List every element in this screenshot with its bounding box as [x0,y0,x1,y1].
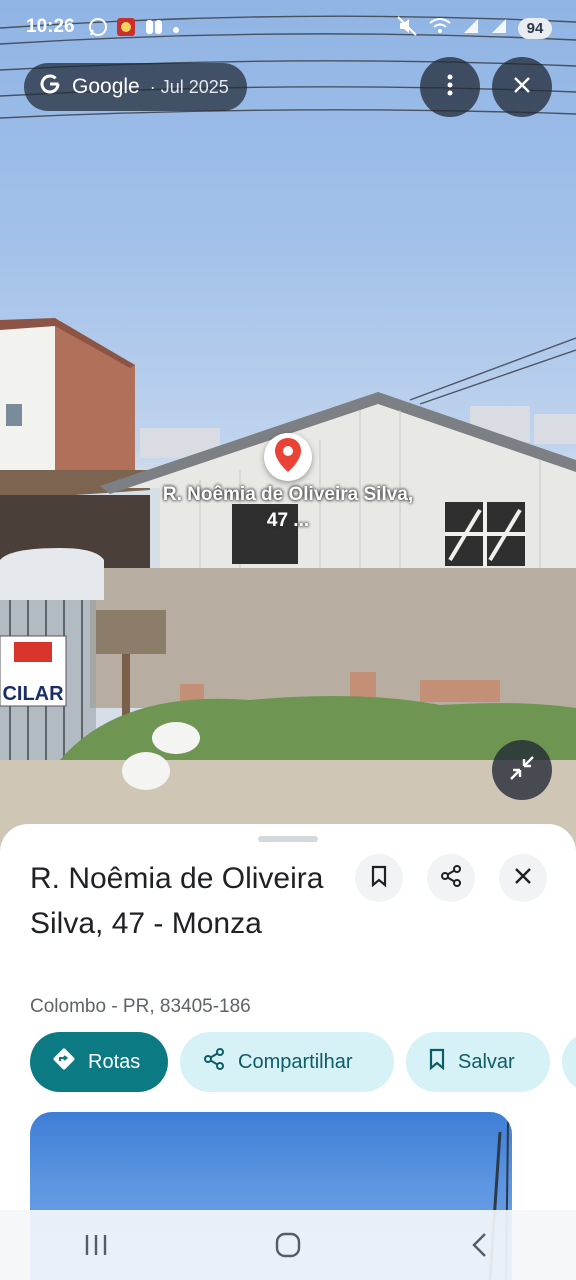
street-scene: CILAR [0,15,576,860]
sheet-drag-handle[interactable] [258,836,318,842]
share-icon [202,1047,226,1077]
dot-icon [172,21,180,39]
sign-text: CILAR [2,683,64,705]
routes-button[interactable]: Rotas [30,1032,168,1092]
status-time: 10:26 [26,16,75,37]
signal-icon-2 [490,17,508,40]
google-logo-icon [38,73,62,101]
directions-icon [52,1047,76,1077]
pin-address-label: R. Noêmia de Oliveira Silva, 47 ... [162,484,414,531]
save-button[interactable]: Salvar [406,1032,550,1092]
bookmark-icon [428,1048,446,1076]
save-label: Salvar [458,1050,515,1073]
system-navigation-bar [0,1210,576,1280]
close-icon [514,867,532,890]
share-icon [439,864,463,893]
quote-icon [144,17,164,42]
street-view-image[interactable]: CILAR 10:26 94 Google · Jul 2025 R. Noêm… [0,0,576,860]
wifi-icon [428,16,452,41]
close-icon [513,76,531,99]
game-icon [116,17,136,42]
place-subtitle: Colombo - PR, 83405-186 [30,996,251,1017]
recent-apps-button[interactable] [66,1220,126,1270]
collapse-view-button[interactable] [492,740,552,800]
map-pin-icon [273,437,303,478]
collapse-arrows-icon [507,753,537,788]
place-title: R. Noêmia de Oliveira Silva, 47 - Monza [30,862,324,940]
signal-icon [462,17,480,40]
action-chips: Rotas Compartilhar Salvar [30,1032,576,1094]
more-vert-icon [446,74,454,101]
save-place-button[interactable] [355,854,403,902]
whatsapp-icon [88,17,108,42]
close-street-view-button[interactable] [492,57,552,117]
close-sheet-button[interactable] [499,854,547,902]
bookmark-icon [370,865,388,892]
provider-label: Google [72,75,140,98]
more-options-button[interactable] [420,57,480,117]
more-actions-chip[interactable] [562,1032,576,1092]
share-label: Compartilhar [238,1050,353,1073]
home-button[interactable] [258,1220,318,1270]
location-pin[interactable] [264,433,312,481]
back-button[interactable] [450,1220,510,1270]
mute-icon [396,15,418,42]
status-bar: 10:26 94 [0,0,576,56]
battery-indicator: 94 [518,18,552,39]
routes-label: Rotas [88,1050,141,1073]
share-button[interactable]: Compartilhar [180,1032,394,1092]
imagery-date-chip[interactable]: Google · Jul 2025 [24,63,247,111]
share-place-button[interactable] [427,854,475,902]
imagery-date: · Jul 2025 [149,76,229,97]
